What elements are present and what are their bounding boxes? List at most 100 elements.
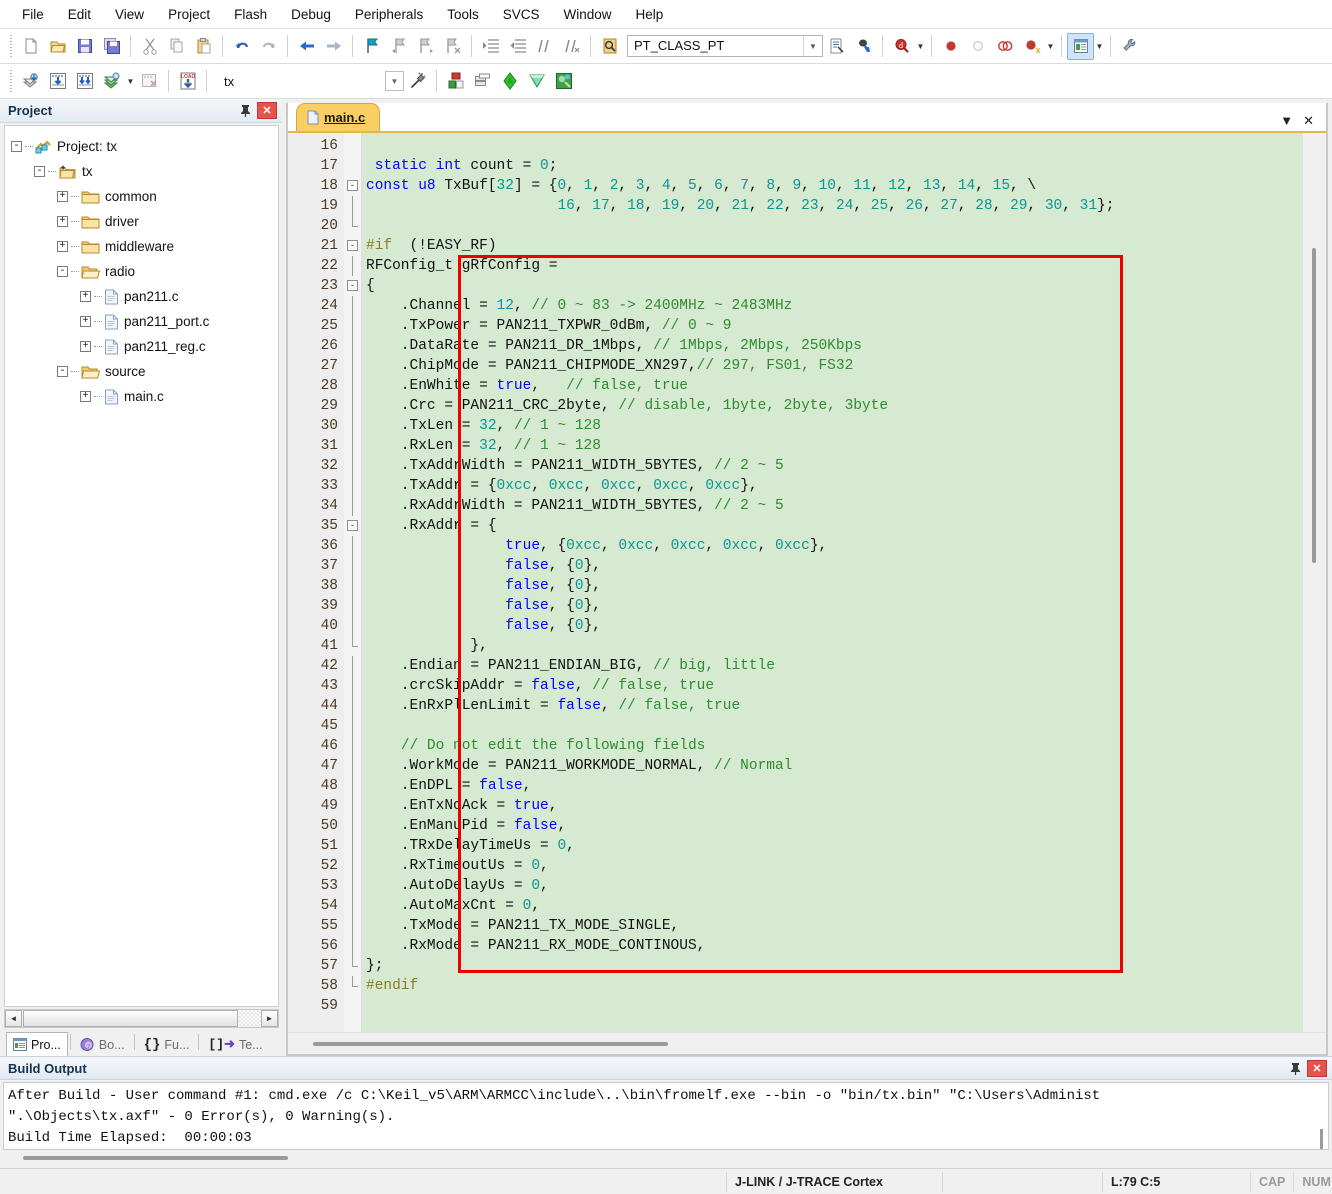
code-line[interactable] [362,996,1302,1016]
scroll-right-button[interactable]: ► [261,1010,278,1027]
code-line[interactable]: // Do not edit the following fields [362,736,1302,756]
fold-collapse-toggle[interactable]: - [347,280,358,291]
tree-item-main-c[interactable]: + main.c [11,384,278,409]
code-line[interactable]: .AutoMaxCnt = 0, [362,896,1302,916]
menu-item-flash[interactable]: Flash [222,3,279,26]
breakpoint-disable-all-icon[interactable]: x [1018,33,1045,60]
tree-expand-toggle[interactable]: + [80,291,91,302]
bookmark-clear-icon[interactable] [439,33,466,60]
code-line[interactable]: .EnDPL = false, [362,776,1302,796]
tree-item-pan211-c[interactable]: + pan211.c [11,284,278,309]
code-line[interactable]: .RxAddr = { [362,516,1302,536]
batch-build-icon[interactable] [98,68,125,95]
save-all-icon[interactable] [98,33,125,60]
menu-item-tools[interactable]: Tools [435,3,491,26]
menu-item-edit[interactable]: Edit [56,3,103,26]
tree-item-pan211-port-c[interactable]: + pan211_port.c [11,309,278,334]
code-line[interactable]: false, {0}, [362,596,1302,616]
save-icon[interactable] [71,33,98,60]
menu-item-svcs[interactable]: SVCS [491,3,552,26]
chevron-down-icon[interactable]: ▼ [1094,33,1105,60]
code-line[interactable]: true, {0xcc, 0xcc, 0xcc, 0xcc, 0xcc}, [362,536,1302,556]
menu-item-file[interactable]: File [10,3,56,26]
configuration-wizard-2-icon[interactable] [550,68,577,95]
code-line[interactable]: .TxPower = PAN211_TXPWR_0dBm, // 0 ~ 9 [362,316,1302,336]
tree-item-driver[interactable]: + driver [11,209,278,234]
comment-icon[interactable] [531,33,558,60]
build-output-hscroll-thumb[interactable] [23,1156,288,1160]
window-manage-icon[interactable] [1067,32,1094,60]
tree-expand-toggle[interactable]: + [80,391,91,402]
menu-item-project[interactable]: Project [156,3,222,26]
code-line[interactable]: .EnWhite = true, // false, true [362,376,1302,396]
code-line[interactable]: .AutoDelayUs = 0, [362,876,1302,896]
chevron-down-icon[interactable]: ▼ [1045,33,1056,60]
editor-hscroll-thumb[interactable] [313,1042,668,1046]
code-line[interactable]: .RxAddrWidth = PAN211_WIDTH_5BYTES, // 2… [362,496,1302,516]
pin-icon[interactable] [236,102,254,120]
cut-icon[interactable] [136,33,163,60]
menu-item-view[interactable]: View [103,3,156,26]
editor-hscrollbar[interactable] [288,1032,1326,1054]
code-line[interactable]: }; [362,956,1302,976]
redo-icon[interactable] [255,33,282,60]
manage-runtime-icon[interactable] [496,68,523,95]
code-line[interactable]: .Endian = PAN211_ENDIAN_BIG, // big, lit… [362,656,1302,676]
code-line[interactable]: 16, 17, 18, 19, 20, 21, 22, 23, 24, 25, … [362,196,1302,216]
code-line[interactable]: .RxTimeoutUs = 0, [362,856,1302,876]
close-document-icon[interactable]: ✕ [1303,114,1314,127]
tab-list-dropdown-icon[interactable]: ▼ [1280,114,1293,127]
code-line[interactable]: #if (!EASY_RF) [362,236,1302,256]
project-target-combo[interactable]: PT_CLASS_PT ▼ [627,35,823,57]
debug-session-icon[interactable] [850,33,877,60]
editor-tab-main-c[interactable]: main.c [296,103,381,131]
build-target-icon[interactable] [44,68,71,95]
tree-item-radio[interactable]: - radio [11,259,278,284]
code-line[interactable]: .WorkMode = PAN211_WORKMODE_NORMAL, // N… [362,756,1302,776]
navigate-back-icon[interactable] [293,33,320,60]
code-line[interactable]: static int count = 0; [362,156,1302,176]
tree-item-project-tx[interactable]: - Project: tx [11,134,278,159]
code-line[interactable]: false, {0}, [362,576,1302,596]
chevron-down-icon[interactable]: ▼ [915,33,926,60]
code-line[interactable]: .RxLen = 32, // 1 ~ 128 [362,436,1302,456]
code-line[interactable]: .EnManuPid = false, [362,816,1302,836]
manage-project-items-icon[interactable] [404,68,431,95]
fold-collapse-toggle[interactable]: - [347,520,358,531]
download-icon[interactable]: LOAD [174,68,201,95]
breakpoint-kill-all-icon[interactable] [991,33,1018,60]
project-panel-tab-te[interactable]: []➜ Te... [201,1032,269,1056]
new-file-icon[interactable] [17,33,44,60]
tree-expand-toggle[interactable]: + [57,191,68,202]
fold-collapse-toggle[interactable]: - [347,180,358,191]
code-line[interactable]: .TxAddrWidth = PAN211_WIDTH_5BYTES, // 2… [362,456,1302,476]
debug-query-icon[interactable]: d [888,33,915,60]
close-icon[interactable]: ✕ [257,102,277,119]
code-line[interactable]: .DataRate = PAN211_DR_1Mbps, // 1Mbps, 2… [362,336,1302,356]
bookmark-prev-icon[interactable] [385,33,412,60]
chevron-down-icon[interactable]: ▼ [803,36,822,56]
code-line[interactable]: RFConfig_t gRfConfig = [362,256,1302,276]
hscroll-thumb[interactable] [23,1010,238,1027]
code-line[interactable]: { [362,276,1302,296]
code-editor[interactable]: 16 17 18 19 20 21 22 23 24 25 26 27 28 29 30 31 32 33 34 35… [288,133,1326,1032]
tree-item-tx[interactable]: - tx [11,159,278,184]
code-line[interactable]: .EnRxPlLenLimit = false, // false, true [362,696,1302,716]
chevron-down-icon[interactable]: ▼ [125,68,136,95]
bookmark-toggle-icon[interactable] [358,33,385,60]
navigate-forward-icon[interactable] [320,33,347,60]
stop-build-icon[interactable] [136,68,163,95]
code-viewport[interactable]: 16 17 18 19 20 21 22 23 24 25 26 27 28 29 30 31 32 33 34 35… [288,133,1302,1032]
tree-item-middleware[interactable]: + middleware [11,234,278,259]
indent-right-icon[interactable] [477,33,504,60]
target-select[interactable]: tx ▼ [218,70,404,92]
build-output-hscrollbar[interactable] [3,1150,1329,1168]
tree-collapse-toggle[interactable]: - [11,141,22,152]
code-line[interactable]: .crcSkipAddr = false, // false, true [362,676,1302,696]
vscroll-thumb[interactable] [1312,248,1316,563]
code-line[interactable]: const u8 TxBuf[32] = {0, 1, 2, 3, 4, 5, … [362,176,1302,196]
tree-item-pan211-reg-c[interactable]: + pan211_reg.c [11,334,278,359]
tree-item-source[interactable]: - source [11,359,278,384]
code-line[interactable]: .ChipMode = PAN211_CHIPMODE_XN297,// 297… [362,356,1302,376]
open-file-icon[interactable] [44,33,71,60]
